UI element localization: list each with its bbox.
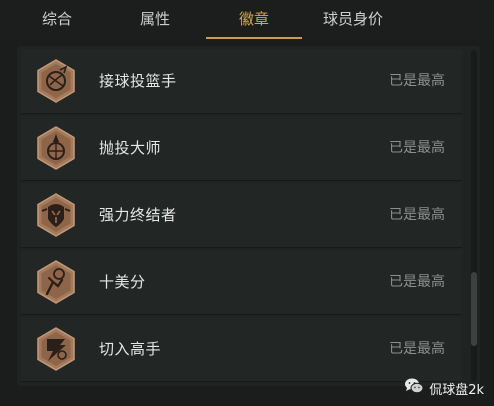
tab-bar: 综合 属性 徽章 球员身价 (0, 0, 494, 40)
badge-panel: 接球投篮手 已是最高 抛投大师 已是最高 强力终结者 已是最高 十美分 已是最高… (17, 46, 480, 386)
floater-master-badge-icon (36, 126, 76, 170)
catch-and-shoot-badge-icon (36, 59, 76, 103)
tab-attributes[interactable]: 属性 (120, 0, 190, 38)
badge-status: 已是最高 (389, 140, 445, 156)
badge-row[interactable]: 十美分 已是最高 (21, 250, 462, 315)
tab-player-value[interactable]: 球员身价 (305, 0, 401, 38)
scrollbar-thumb[interactable] (471, 272, 477, 346)
tab-badges[interactable]: 徽章 (206, 0, 302, 38)
active-tab-indicator (206, 37, 302, 39)
list-scrollbar[interactable] (471, 50, 477, 382)
badge-row[interactable]: 接球投篮手 已是最高 (21, 49, 462, 114)
player-detail-screen: 综合 属性 徽章 球员身价 接球投篮手 已是最高 抛投大师 已是最高 强力终结者… (0, 0, 494, 406)
wechat-icon (404, 377, 424, 399)
badge-name: 十美分 (99, 273, 146, 291)
badge-row[interactable]: 切入高手 已是最高 (21, 317, 462, 382)
badge-name: 切入高手 (99, 340, 162, 358)
badge-name: 接球投篮手 (99, 72, 177, 90)
badge-name: 抛投大师 (99, 139, 162, 157)
watermark: 侃球盘2k (404, 378, 484, 398)
badge-status: 已是最高 (389, 73, 445, 89)
watermark-text: 侃球盘2k (429, 382, 484, 398)
power-finisher-badge-icon (36, 193, 76, 237)
badge-status: 已是最高 (389, 341, 445, 357)
badge-row[interactable]: 强力终结者 已是最高 (21, 183, 462, 248)
badge-status: 已是最高 (389, 207, 445, 223)
badge-row[interactable]: 抛投大师 已是最高 (21, 116, 462, 181)
tab-overview[interactable]: 综合 (22, 0, 92, 38)
badge-name: 强力终结者 (99, 206, 177, 224)
ten-cents-badge-icon (36, 260, 76, 304)
badge-status: 已是最高 (389, 274, 445, 290)
slasher-badge-icon (36, 327, 76, 371)
badge-list[interactable]: 接球投篮手 已是最高 抛投大师 已是最高 强力终结者 已是最高 十美分 已是最高… (21, 49, 462, 385)
